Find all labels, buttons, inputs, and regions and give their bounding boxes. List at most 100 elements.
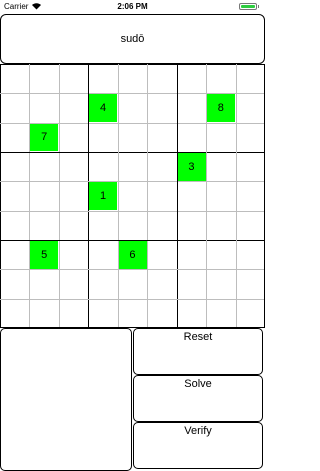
sudoku-cell-r1c5[interactable] xyxy=(118,64,147,93)
sudoku-cell-r6c7[interactable] xyxy=(177,211,206,240)
grid-line-horizontal xyxy=(0,210,265,212)
sudoku-cell-r4c2[interactable] xyxy=(29,152,58,181)
sudoku-cell-r5c3[interactable] xyxy=(59,181,88,210)
grid-line-vertical xyxy=(264,64,265,328)
sudoku-cell-r3c6[interactable] xyxy=(147,123,176,152)
sudoku-cell-r6c5[interactable] xyxy=(118,211,147,240)
verify-button[interactable]: Verify xyxy=(133,422,263,469)
sudoku-cell-r7c8[interactable] xyxy=(206,240,235,269)
sudoku-cell-r5c7[interactable] xyxy=(177,181,206,210)
sudoku-cell-r5c2[interactable] xyxy=(29,181,58,210)
sudoku-cell-r3c2[interactable]: 7 xyxy=(29,123,59,152)
sudoku-cell-r5c4[interactable]: 1 xyxy=(88,181,118,211)
sudoku-cell-r9c5[interactable] xyxy=(118,299,147,328)
sudoku-cell-r6c3[interactable] xyxy=(59,211,88,240)
sudoku-cell-r4c4[interactable] xyxy=(88,152,117,181)
sudoku-cell-r3c5[interactable] xyxy=(118,123,147,152)
sudoku-cell-r3c3[interactable] xyxy=(59,123,88,152)
sudoku-cell-r6c2[interactable] xyxy=(29,211,58,240)
sudoku-cell-r7c4[interactable] xyxy=(88,240,117,269)
sudoku-cell-r3c4[interactable] xyxy=(88,123,117,152)
sudoku-cell-r9c8[interactable] xyxy=(206,299,235,328)
grid-line-vertical xyxy=(88,64,90,328)
sudoku-cell-r8c7[interactable] xyxy=(177,269,206,298)
sudoku-cell-r2c2[interactable] xyxy=(29,93,58,122)
sudoku-cell-r7c9[interactable] xyxy=(236,240,265,269)
sudoku-cell-r5c6[interactable] xyxy=(147,181,176,210)
sudoku-cell-r8c6[interactable] xyxy=(147,269,176,298)
sudoku-cell-r4c8[interactable] xyxy=(206,152,235,181)
sudoku-cell-r9c4[interactable] xyxy=(88,299,117,328)
grid-line-vertical xyxy=(0,64,1,328)
sudoku-cell-r8c8[interactable] xyxy=(206,269,235,298)
sudoku-cell-r7c1[interactable] xyxy=(0,240,29,269)
sudoku-cell-r4c7[interactable]: 3 xyxy=(177,152,206,181)
sudoku-cell-r3c9[interactable] xyxy=(236,123,265,152)
sudoku-cell-r8c3[interactable] xyxy=(59,269,88,298)
solve-button[interactable]: Solve xyxy=(133,375,263,422)
grid-line-vertical xyxy=(29,64,31,328)
sudoku-cell-r4c1[interactable] xyxy=(0,152,29,181)
sudoku-cell-r9c7[interactable] xyxy=(177,299,206,328)
sudoku-cell-r4c3[interactable] xyxy=(59,152,88,181)
sudoku-cell-r8c1[interactable] xyxy=(0,269,29,298)
sudoku-cell-r8c5[interactable] xyxy=(118,269,147,298)
sudoku-cell-r2c4[interactable]: 4 xyxy=(88,93,118,123)
reset-button[interactable]: Reset xyxy=(133,328,263,375)
sudoku-cell-r3c8[interactable] xyxy=(206,123,235,152)
sudoku-cell-r2c9[interactable] xyxy=(236,93,265,122)
sudoku-cell-r2c8[interactable]: 8 xyxy=(206,93,236,123)
sudoku-cell-r6c1[interactable] xyxy=(0,211,29,240)
sudoku-cell-r1c8[interactable] xyxy=(206,64,235,93)
cell-value: 3 xyxy=(177,152,206,181)
sudoku-cell-r9c3[interactable] xyxy=(59,299,88,328)
sudoku-cell-r7c2[interactable]: 5 xyxy=(29,240,59,269)
sudoku-cell-r5c9[interactable] xyxy=(236,181,265,210)
sudoku-cell-r4c5[interactable] xyxy=(118,152,147,181)
sudoku-cell-r8c9[interactable] xyxy=(236,269,265,298)
sudoku-cell-r1c4[interactable] xyxy=(88,64,117,93)
sudoku-cell-r1c9[interactable] xyxy=(236,64,265,93)
sudoku-cell-r1c6[interactable] xyxy=(147,64,176,93)
sudoku-cell-r4c6[interactable] xyxy=(147,152,176,181)
grid-line-vertical xyxy=(206,64,208,328)
sudoku-cell-r2c7[interactable] xyxy=(177,93,206,122)
sudoku-cell-r9c6[interactable] xyxy=(147,299,176,328)
sudoku-cell-r6c9[interactable] xyxy=(236,211,265,240)
sudoku-cell-r7c5[interactable]: 6 xyxy=(118,240,147,269)
sudoku-cell-r9c1[interactable] xyxy=(0,299,29,328)
sudoku-cell-r7c6[interactable] xyxy=(147,240,176,269)
sudoku-cell-r2c5[interactable] xyxy=(118,93,147,122)
sudoku-cell-r1c7[interactable] xyxy=(177,64,206,93)
sudoku-cell-r3c7[interactable] xyxy=(177,123,206,152)
sudoku-cell-r6c8[interactable] xyxy=(206,211,235,240)
sudoku-cell-r2c3[interactable] xyxy=(59,93,88,122)
grid-line-horizontal xyxy=(0,269,265,271)
sudoku-cell-r1c2[interactable] xyxy=(29,64,58,93)
sudoku-cell-r6c4[interactable] xyxy=(88,211,117,240)
sudoku-cell-r1c1[interactable] xyxy=(0,64,29,93)
grid-line-horizontal xyxy=(0,93,265,95)
sudoku-cell-r4c9[interactable] xyxy=(236,152,265,181)
sudoku-cell-r6c6[interactable] xyxy=(147,211,176,240)
sudoku-cell-r8c4[interactable] xyxy=(88,269,117,298)
cell-value: 7 xyxy=(29,123,59,152)
sudoku-cell-r7c7[interactable] xyxy=(177,240,206,269)
sudoku-cell-r9c2[interactable] xyxy=(29,299,58,328)
sudoku-cell-r3c1[interactable] xyxy=(0,123,29,152)
sudoku-cell-r5c8[interactable] xyxy=(206,181,235,210)
sudoku-cell-r1c3[interactable] xyxy=(59,64,88,93)
sudoku-cell-r8c2[interactable] xyxy=(29,269,58,298)
sudoku-cell-r7c3[interactable] xyxy=(59,240,88,269)
grid-line-horizontal xyxy=(0,298,265,300)
grid-line-horizontal xyxy=(0,181,265,183)
sudoku-cell-r2c1[interactable] xyxy=(0,93,29,122)
sudoku-cell-r9c9[interactable] xyxy=(236,299,265,328)
sudoku-cell-r5c1[interactable] xyxy=(0,181,29,210)
grid-line-horizontal xyxy=(0,240,265,241)
sudoku-cell-r5c5[interactable] xyxy=(118,181,147,210)
number-pad-area xyxy=(0,328,132,471)
status-bar: Carrier 2:06 PM xyxy=(0,0,265,13)
sudoku-cell-r2c6[interactable] xyxy=(147,93,176,122)
sudoku-board: 4 8 7 3 15 6 xyxy=(0,64,265,328)
